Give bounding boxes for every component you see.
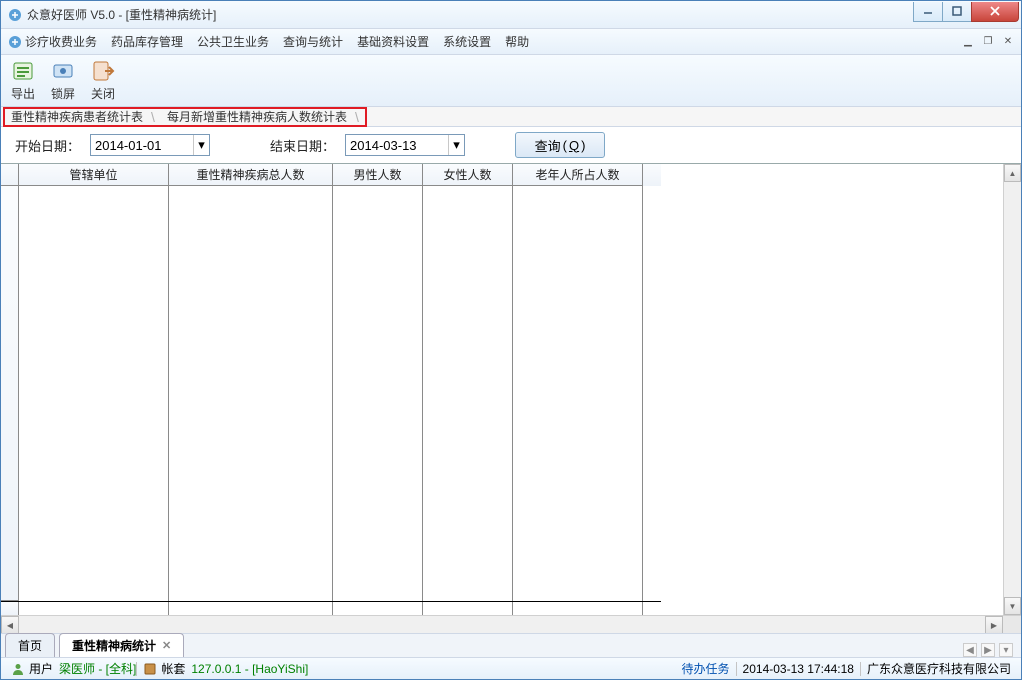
tab-list-icon[interactable]: ▾: [999, 643, 1013, 657]
doctab-close-icon[interactable]: ✕: [162, 639, 171, 652]
doctab-home[interactable]: 首页: [5, 633, 55, 657]
menu-query[interactable]: 查询与统计: [283, 33, 343, 50]
toolbar-lock[interactable]: 锁屏: [51, 59, 75, 106]
tab-prev-icon[interactable]: ◀: [963, 643, 977, 657]
highlighted-tabs: 重性精神疾病患者统计表 \ 每月新增重性精神疾病人数统计表 \: [3, 107, 367, 127]
status-datetime: 2014-03-13 17:44:18: [737, 662, 860, 676]
scroll-up-icon[interactable]: ▲: [1004, 164, 1021, 182]
menu-help[interactable]: 帮助: [505, 33, 529, 50]
subtab-patients[interactable]: 重性精神疾病患者统计表: [5, 107, 151, 126]
grid-bottom-border: [1, 601, 661, 615]
column-header[interactable]: 重性精神疾病总人数: [169, 164, 333, 186]
start-date-label: 开始日期：: [15, 136, 80, 155]
query-label: 查询: [535, 136, 561, 155]
scroll-down-icon[interactable]: ▼: [1004, 597, 1021, 615]
subtab-monthly[interactable]: 每月新增重性精神疾病人数统计表: [161, 107, 355, 126]
titlebar: 众意好医师 V5.0 - [重性精神病统计]: [1, 1, 1021, 29]
book-icon: [143, 662, 157, 676]
query-hotkey: Q: [569, 138, 579, 153]
grid-column: [513, 186, 643, 601]
grid-wrap: 管辖单位重性精神疾病总人数男性人数女性人数老年人所占人数 ▲: [1, 163, 1021, 633]
doctab-active[interactable]: 重性精神病统计 ✕: [59, 633, 184, 657]
grid-body: [1, 186, 661, 601]
grid-column: [423, 186, 513, 601]
menu-inventory[interactable]: 药品库存管理: [111, 33, 183, 50]
minimize-button[interactable]: [913, 2, 943, 22]
status-company: 广东众意医疗科技有限公司: [861, 660, 1017, 677]
close-button[interactable]: [971, 2, 1019, 22]
mdi-close[interactable]: ✕: [1001, 35, 1015, 49]
column-header[interactable]: 男性人数: [333, 164, 423, 186]
start-date-value: 2014-01-01: [95, 138, 162, 153]
grid-column: [19, 186, 169, 601]
doctabs: 首页 重性精神病统计 ✕ ◀ ▶ ▾: [1, 633, 1021, 657]
toolbar-export[interactable]: 导出: [11, 59, 35, 106]
toolbar-close-label: 关闭: [91, 85, 115, 102]
toolbar-close[interactable]: 关闭: [91, 59, 115, 106]
grid-blank-area: [661, 164, 1003, 615]
doctab-home-label: 首页: [18, 637, 42, 654]
menu-icon: [7, 34, 23, 50]
row-header-col: [1, 186, 19, 601]
menu-public-health[interactable]: 公共卫生业务: [197, 33, 269, 50]
menu-system[interactable]: 系统设置: [443, 33, 491, 50]
status-account-value[interactable]: 127.0.0.1 - [HaoYiShi]: [191, 662, 308, 676]
data-grid[interactable]: 管辖单位重性精神疾病总人数男性人数女性人数老年人所占人数: [1, 164, 661, 615]
end-date-input[interactable]: 2014-03-13 ▾: [345, 134, 465, 156]
app-icon: [7, 7, 23, 23]
lock-icon: [51, 59, 75, 83]
query-button[interactable]: 查询(Q): [515, 132, 605, 158]
grid-column: [333, 186, 423, 601]
column-header[interactable]: 老年人所占人数: [513, 164, 643, 186]
tab-nav: ◀ ▶ ▾: [963, 643, 1013, 657]
row-header-corner: [1, 164, 19, 186]
chevron-down-icon[interactable]: ▾: [193, 135, 209, 155]
tab-next-icon[interactable]: ▶: [981, 643, 995, 657]
grid-header: 管辖单位重性精神疾病总人数男性人数女性人数老年人所占人数: [1, 164, 661, 186]
status-account[interactable]: 帐套: [137, 660, 191, 677]
close-icon: [91, 59, 115, 83]
status-todo[interactable]: 待办任务: [676, 660, 736, 677]
column-header[interactable]: 女性人数: [423, 164, 513, 186]
menu-basedata[interactable]: 基础资料设置: [357, 33, 429, 50]
toolbar-lock-label: 锁屏: [51, 85, 75, 102]
status-user-value[interactable]: 梁医师 - [全科]: [59, 660, 136, 677]
mdi-minimize[interactable]: ▁: [961, 35, 975, 49]
horizontal-scrollbar[interactable]: ◀ ▶: [1, 615, 1021, 633]
mdi-restore[interactable]: ❐: [981, 35, 995, 49]
grid-column: [169, 186, 333, 601]
vertical-scrollbar[interactable]: ▲ ▼: [1003, 164, 1021, 615]
status-user[interactable]: 用户: [5, 660, 59, 677]
scroll-left-icon[interactable]: ◀: [1, 616, 19, 633]
tab-divider: \: [151, 109, 161, 125]
menu-clinic[interactable]: 诊疗收费业务: [25, 33, 97, 50]
maximize-button[interactable]: [942, 2, 972, 22]
status-account-label: 帐套: [161, 660, 185, 677]
tab-divider-2: \: [355, 109, 365, 125]
user-icon: [11, 662, 25, 676]
start-date-input[interactable]: 2014-01-01 ▾: [90, 134, 210, 156]
filter-row: 开始日期： 2014-01-01 ▾ 结束日期： 2014-03-13 ▾ 查询…: [1, 127, 1021, 163]
status-user-label: 用户: [29, 660, 53, 677]
toolbar: 导出 锁屏 关闭: [1, 55, 1021, 107]
scroll-right-icon[interactable]: ▶: [985, 616, 1003, 633]
export-icon: [11, 59, 35, 83]
end-date-label: 结束日期：: [270, 136, 335, 155]
column-header[interactable]: 管辖单位: [19, 164, 169, 186]
menubar: 诊疗收费业务 药品库存管理 公共卫生业务 查询与统计 基础资料设置 系统设置 帮…: [1, 29, 1021, 55]
window-controls: [914, 2, 1019, 22]
toolbar-export-label: 导出: [11, 85, 35, 102]
statusbar: 用户 梁医师 - [全科] 帐套 127.0.0.1 - [HaoYiShi] …: [1, 657, 1021, 679]
mdi-controls: ▁ ❐ ✕: [961, 35, 1015, 49]
chevron-down-icon[interactable]: ▾: [448, 135, 464, 155]
window-title: 众意好医师 V5.0 - [重性精神病统计]: [27, 6, 216, 23]
end-date-value: 2014-03-13: [350, 138, 417, 153]
app-window: 众意好医师 V5.0 - [重性精神病统计] 诊疗收费业务 药品库存管理 公共卫…: [0, 0, 1022, 680]
subtab-row: 重性精神疾病患者统计表 \ 每月新增重性精神疾病人数统计表 \: [1, 107, 1021, 127]
doctab-active-label: 重性精神病统计: [72, 637, 156, 654]
